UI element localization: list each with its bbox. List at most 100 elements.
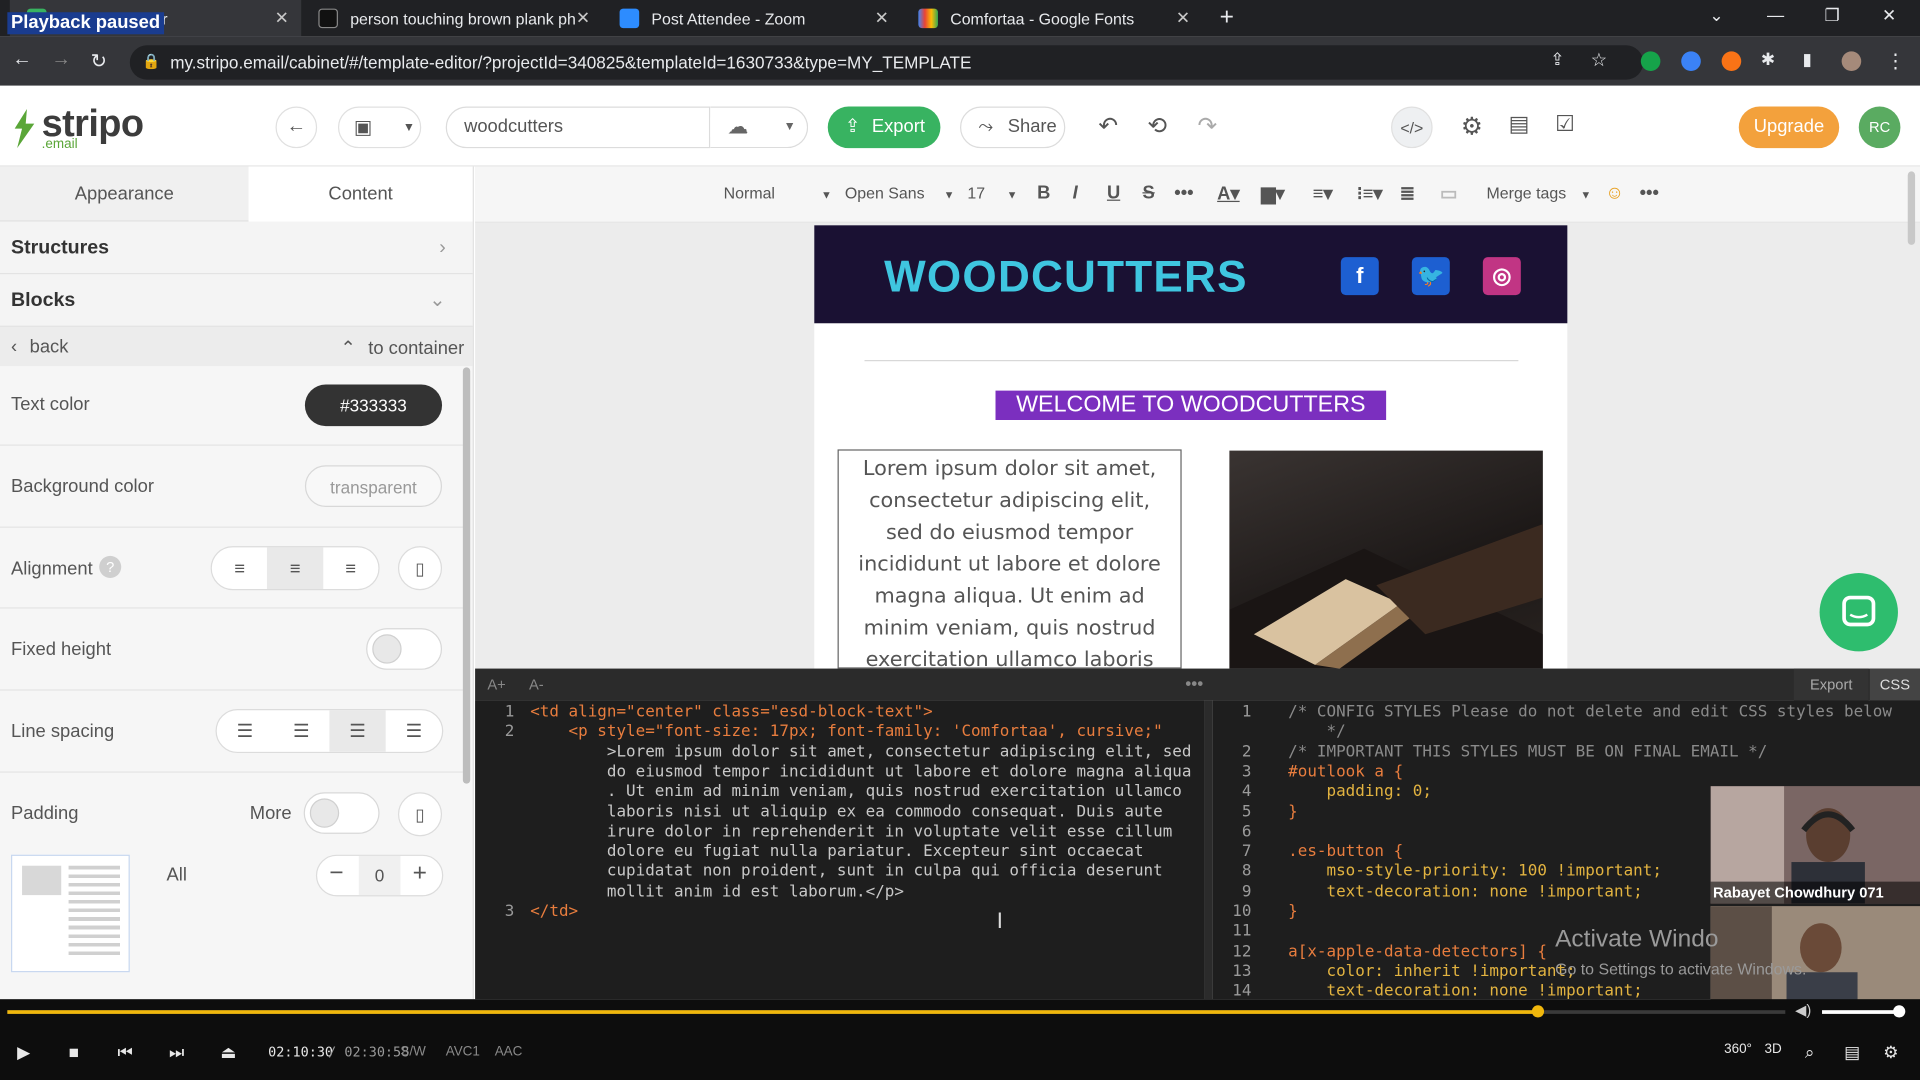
upgrade-button[interactable]: Upgrade <box>1738 106 1840 149</box>
back-to-list-button[interactable]: ← <box>275 106 318 149</box>
indent-icon[interactable]: ≣ <box>1400 182 1415 205</box>
play-icon[interactable]: ▶ <box>17 1042 30 1063</box>
code-editor-button[interactable]: </> <box>1391 106 1433 149</box>
align-right-icon[interactable]: ≡ <box>323 547 379 589</box>
history-icon[interactable]: ⟲ <box>1147 113 1166 141</box>
back-link[interactable]: ‹ back <box>11 337 68 358</box>
padding-stepper[interactable]: − 0 + <box>315 854 444 897</box>
close-window-icon[interactable]: ✕ <box>1882 5 1896 26</box>
forward-icon[interactable]: → <box>51 49 71 71</box>
share-page-icon[interactable]: ⇪ <box>1550 49 1564 70</box>
text-align-icon[interactable]: ≡▾ <box>1313 182 1333 205</box>
volume-handle[interactable] <box>1893 1005 1906 1018</box>
resize-handle-icon[interactable]: ••• <box>1185 673 1203 693</box>
user-avatar[interactable]: RC <box>1858 106 1901 149</box>
line-spacing-loose-icon[interactable]: ☰ <box>386 710 442 752</box>
back-icon[interactable]: ← <box>12 49 32 71</box>
playlist-icon[interactable]: ▤ <box>1844 1042 1860 1063</box>
video-call-tile-1[interactable]: Rabayet Chowdhury 071 <box>1710 786 1920 904</box>
tab-content[interactable]: Content <box>248 166 473 222</box>
more-options-icon[interactable]: ••• <box>1640 182 1659 203</box>
zoom-icon[interactable]: ⌕ <box>1805 1042 1815 1063</box>
plus-icon[interactable]: + <box>413 860 427 888</box>
browser-tab-unsplash[interactable]: person touching brown plank ph ✕ <box>301 0 602 37</box>
360-view-icon[interactable]: 360° <box>1724 1042 1752 1057</box>
bold-icon[interactable]: B <box>1037 182 1050 203</box>
browser-tab-zoom[interactable]: Post Attendee - Zoom ✕ <box>602 0 901 37</box>
merge-tags-select[interactable]: Merge tags ▼ <box>1487 184 1592 202</box>
code-export-button[interactable]: Export <box>1793 668 1869 701</box>
stop-icon[interactable]: ■ <box>69 1042 79 1062</box>
maximize-icon[interactable]: ❐ <box>1824 5 1839 26</box>
chevron-down-icon[interactable]: ▼ <box>784 120 796 133</box>
close-tab-icon[interactable]: ✕ <box>1176 7 1190 28</box>
structures-section[interactable]: Structures › <box>0 221 473 275</box>
support-chat-button[interactable] <box>1819 573 1898 652</box>
font-increase-button[interactable]: A+ <box>487 676 505 693</box>
instagram-icon[interactable]: ◎ <box>1482 257 1521 296</box>
template-name-input[interactable]: woodcutters <box>445 106 711 149</box>
wood-plank-image[interactable] <box>1229 450 1543 669</box>
more-formats-icon[interactable]: ••• <box>1174 182 1193 203</box>
settings-gear-icon[interactable]: ⚙ <box>1461 111 1483 142</box>
grammarly-extension-icon[interactable] <box>1640 51 1661 72</box>
video-call-tile-2[interactable] <box>1710 906 1920 1005</box>
html-code-pane[interactable]: 1 <td align="center" class="esd-block-tex… <box>475 700 1205 1000</box>
mobile-settings-button[interactable]: ▯ <box>397 546 443 591</box>
highlight-color-icon[interactable]: ▆▾ <box>1261 182 1284 205</box>
underline-icon[interactable]: U <box>1107 182 1120 203</box>
font-color-icon[interactable]: A▾ <box>1217 182 1240 205</box>
font-decrease-button[interactable]: A- <box>529 676 544 693</box>
minus-icon[interactable]: − <box>329 860 343 888</box>
text-color-picker[interactable]: #333333 <box>304 384 443 427</box>
facebook-icon[interactable]: f <box>1340 257 1379 296</box>
line-spacing-tight-icon[interactable]: ☰ <box>217 710 273 752</box>
to-container-link[interactable]: ⌃ to container <box>340 337 464 359</box>
redo-icon[interactable]: ↷ <box>1198 113 1217 141</box>
browser-tab-google-fonts[interactable]: Comfortaa - Google Fonts ✕ <box>901 0 1202 37</box>
css-tab[interactable]: CSS <box>1869 668 1920 701</box>
italic-icon[interactable]: I <box>1073 182 1078 203</box>
blocks-section[interactable]: Blocks ⌄ <box>0 274 473 327</box>
profile-avatar-icon[interactable] <box>1841 51 1862 72</box>
3d-view-icon[interactable]: 3D <box>1764 1042 1781 1057</box>
save-to-cloud-group[interactable]: ☁ ▼ <box>710 106 809 149</box>
font-size-select[interactable]: 17 ▼ <box>967 184 1017 202</box>
paragraph-style-select[interactable]: Normal ▼ <box>724 184 832 202</box>
padding-more-toggle[interactable] <box>303 792 380 834</box>
canvas-scrollbar[interactable] <box>1907 171 1916 245</box>
email-brand-title[interactable]: WOODCUTTERS <box>884 251 1248 302</box>
tab-appearance[interactable]: Appearance <box>0 166 249 222</box>
extension-icon[interactable] <box>1721 51 1742 72</box>
mobile-padding-button[interactable]: ▯ <box>397 792 443 837</box>
browser-menu-icon[interactable]: ⋮ <box>1886 49 1906 73</box>
list-icon[interactable]: ⁝≡▾ <box>1357 182 1383 205</box>
extensions-puzzle-icon[interactable]: ✱ <box>1761 49 1775 70</box>
stripo-logo[interactable]: stripo .email <box>10 102 145 156</box>
twitter-icon[interactable]: 🐦 <box>1411 257 1450 296</box>
close-tab-icon[interactable]: ✕ <box>275 7 289 28</box>
lorem-text-block[interactable]: Lorem ipsum dolor sit amet, consectetur … <box>837 449 1182 669</box>
extension-icon[interactable] <box>1681 51 1701 72</box>
cloud-upload-icon[interactable]: ☁ <box>727 115 748 139</box>
close-tab-icon[interactable]: ✕ <box>875 7 889 28</box>
share-button[interactable]: ⤳ Share <box>960 106 1066 149</box>
help-icon[interactable]: ? <box>99 555 122 578</box>
line-spacing-normal-icon[interactable]: ☰ <box>273 710 329 752</box>
tab-search-icon[interactable]: ⌄ <box>1709 5 1723 26</box>
link-icon[interactable]: ▭ <box>1440 182 1457 205</box>
left-panel-scrollbar[interactable] <box>462 367 471 784</box>
seek-handle[interactable] <box>1531 1005 1544 1018</box>
reload-icon[interactable]: ↻ <box>91 49 107 73</box>
side-panel-icon[interactable]: ▮ <box>1802 49 1811 70</box>
emoji-icon[interactable]: ☺ <box>1605 182 1624 203</box>
export-button[interactable]: ⇪ Export <box>827 106 941 149</box>
undo-icon[interactable]: ↶ <box>1098 113 1117 141</box>
fixed-height-toggle[interactable] <box>366 628 443 670</box>
strikethrough-icon[interactable]: S <box>1142 182 1154 203</box>
new-tab-icon[interactable]: + <box>1220 4 1234 32</box>
align-left-icon[interactable]: ≡ <box>212 547 268 589</box>
bookmark-star-icon[interactable]: ☆ <box>1591 49 1607 71</box>
layout-toggle-button[interactable]: ▣ ▼ <box>337 106 422 149</box>
volume-icon[interactable]: ◀) <box>1795 1002 1811 1019</box>
